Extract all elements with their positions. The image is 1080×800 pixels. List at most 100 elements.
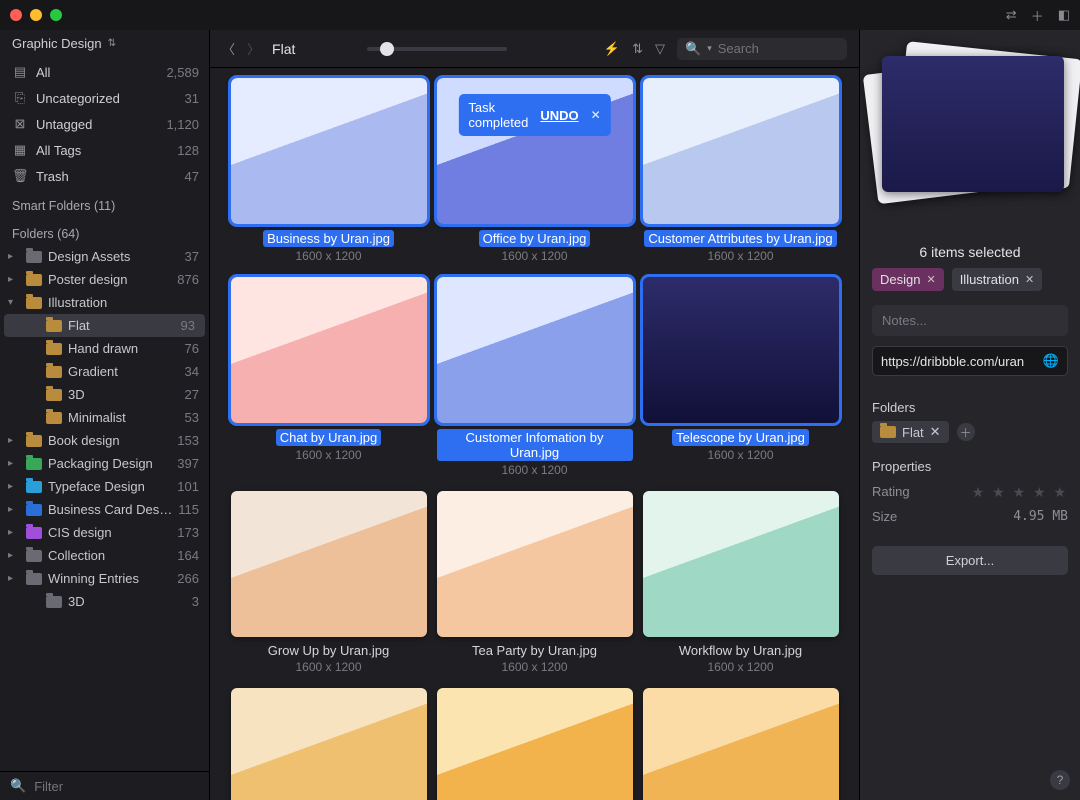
- thumbnail-image[interactable]: [231, 78, 427, 224]
- chevron-updown-icon: ⇅: [108, 38, 116, 49]
- label: Untagged: [36, 117, 92, 132]
- folder-packaging-design[interactable]: ▸ Packaging Design 397: [0, 452, 209, 475]
- disclosure-icon[interactable]: ▸: [8, 504, 20, 515]
- count: 31: [185, 91, 199, 106]
- thumbnail-image[interactable]: [437, 688, 633, 800]
- thumbnail-image[interactable]: [437, 277, 633, 423]
- sidebar-smart-trash[interactable]: 🗑 Trash 47: [0, 163, 209, 189]
- thumbnail-image[interactable]: [437, 491, 633, 637]
- window-close[interactable]: [10, 9, 22, 21]
- sidebar-smart-all-tags[interactable]: ▦ All Tags 128: [0, 137, 209, 163]
- thumbnail-image[interactable]: [643, 277, 839, 423]
- disclosure-icon[interactable]: ▸: [8, 527, 20, 538]
- thumbnail-image[interactable]: [231, 688, 427, 800]
- folder-business-card-des-[interactable]: ▸ Business Card Des… 115: [0, 498, 209, 521]
- disclosure-icon[interactable]: ▸: [8, 458, 20, 469]
- disclosure-icon[interactable]: ▸: [8, 481, 20, 492]
- nav-forward-icon[interactable]: 〉: [247, 39, 260, 58]
- folders-section-label: Folders: [872, 400, 1068, 415]
- tag-chip-illustration[interactable]: Illustration✕: [952, 268, 1042, 291]
- swap-icon[interactable]: ⇄: [1006, 6, 1017, 25]
- filter-input[interactable]: [34, 779, 210, 794]
- thumbnail-card[interactable]: Business by Uran.jpg 1600 x 1200: [231, 78, 427, 263]
- folder-typeface-design[interactable]: ▸ Typeface Design 101: [0, 475, 209, 498]
- remove-tag-icon[interactable]: ✕: [926, 273, 935, 286]
- sidebar-filter[interactable]: 🔍: [0, 771, 209, 800]
- folder-illustration[interactable]: ▾ Illustration: [0, 291, 209, 314]
- thumbnail-card[interactable]: Customer Infomation by Uran.jpg 1600 x 1…: [437, 277, 633, 477]
- folder-3d[interactable]: 3D 27: [0, 383, 209, 406]
- sidebar-smart-all[interactable]: ▤ All 2,589: [0, 59, 209, 85]
- sort-icon[interactable]: ⇅: [632, 41, 643, 57]
- thumbnail-card[interactable]: Grow Up by Uran.jpg 1600 x 1200: [231, 491, 427, 674]
- globe-icon[interactable]: 🌐: [1043, 353, 1059, 369]
- add-icon[interactable]: ＋: [1031, 6, 1044, 25]
- smart-folders-header[interactable]: Smart Folders (11): [0, 189, 209, 217]
- chevron-down-icon[interactable]: ▾: [707, 43, 712, 54]
- sidebar-smart-uncategorized[interactable]: ⎘ Uncategorized 31: [0, 85, 209, 111]
- thumbnail-card[interactable]: Chat by Uran.jpg 1600 x 1200: [231, 277, 427, 477]
- undo-button[interactable]: UNDO: [540, 108, 578, 123]
- folders-header[interactable]: Folders (64): [0, 217, 209, 245]
- thumbnail-size-slider[interactable]: [367, 47, 507, 51]
- folder-count: 266: [177, 571, 199, 586]
- thumbnail-image[interactable]: [643, 688, 839, 800]
- tag-chip-design[interactable]: Design✕: [872, 268, 944, 291]
- quick-action-icon[interactable]: ⚡: [604, 41, 620, 57]
- folder-3d[interactable]: 3D 3: [0, 590, 209, 613]
- thumbnail-image[interactable]: [643, 78, 839, 224]
- breadcrumb[interactable]: Flat: [272, 41, 295, 57]
- thumbnail-image[interactable]: [231, 491, 427, 637]
- remove-folder-icon[interactable]: ✕: [930, 424, 941, 440]
- titlebar: ⇄ ＋ ◧: [0, 0, 1080, 30]
- folder-cis-design[interactable]: ▸ CIS design 173: [0, 521, 209, 544]
- sidebar: Graphic Design ⇅ ▤ All 2,589⎘ Uncategori…: [0, 30, 210, 800]
- folder-minimalist[interactable]: Minimalist 53: [0, 406, 209, 429]
- disclosure-icon[interactable]: ▸: [8, 550, 20, 561]
- thumbnail-card[interactable]: Task completed UNDO ✕ Office by Uran.jpg…: [437, 78, 633, 263]
- collection-switcher[interactable]: Graphic Design ⇅: [0, 30, 209, 59]
- disclosure-icon[interactable]: ▸: [8, 435, 20, 446]
- thumbnail-image[interactable]: [231, 277, 427, 423]
- export-button[interactable]: Export...: [872, 546, 1068, 575]
- disclosure-icon[interactable]: ▸: [8, 274, 20, 285]
- thumbnail-card[interactable]: [437, 688, 633, 800]
- folder-collection[interactable]: ▸ Collection 164: [0, 544, 209, 567]
- folder-hand-drawn[interactable]: Hand drawn 76: [0, 337, 209, 360]
- sidebar-smart-untagged[interactable]: ⊠ Untagged 1,120: [0, 111, 209, 137]
- thumbnail-card[interactable]: Customer Attributes by Uran.jpg 1600 x 1…: [643, 78, 839, 263]
- folder-chip[interactable]: Flat ✕: [872, 421, 949, 443]
- toggle-sidebar-icon[interactable]: ◧: [1058, 6, 1070, 25]
- help-button[interactable]: ?: [1050, 770, 1070, 790]
- thumbnail-card[interactable]: [231, 688, 427, 800]
- search-input[interactable]: [718, 41, 860, 56]
- thumbnail-image[interactable]: [643, 491, 839, 637]
- add-folder-button[interactable]: ＋: [957, 423, 975, 441]
- search-field[interactable]: 🔍 ▾: [677, 38, 847, 60]
- thumbnail-card[interactable]: Telescope by Uran.jpg 1600 x 1200: [643, 277, 839, 477]
- disclosure-icon[interactable]: ▸: [8, 573, 20, 584]
- nav-back-icon[interactable]: 〈: [222, 39, 235, 58]
- folder-gradient[interactable]: Gradient 34: [0, 360, 209, 383]
- disclosure-icon[interactable]: ▾: [8, 297, 20, 308]
- folder-count: 37: [185, 249, 199, 264]
- thumbnail-card[interactable]: Workflow by Uran.jpg 1600 x 1200: [643, 491, 839, 674]
- url-field[interactable]: https://dribbble.com/uran 🌐: [872, 346, 1068, 376]
- close-icon[interactable]: ✕: [591, 108, 601, 122]
- disclosure-icon[interactable]: ▸: [8, 251, 20, 262]
- window-minimize[interactable]: [30, 9, 42, 21]
- thumbnail-card[interactable]: Tea Party by Uran.jpg 1600 x 1200: [437, 491, 633, 674]
- content-area: 〈 〉 Flat ⚡ ⇅ ▽ 🔍 ▾ Business by Uran.jpg …: [210, 30, 860, 800]
- folder-book-design[interactable]: ▸ Book design 153: [0, 429, 209, 452]
- folder-poster-design[interactable]: ▸ Poster design 876: [0, 268, 209, 291]
- folder-flat[interactable]: Flat 93: [4, 314, 205, 337]
- window-zoom[interactable]: [50, 9, 62, 21]
- rating-stars[interactable]: ★ ★ ★ ★ ★: [972, 484, 1068, 501]
- filter-icon[interactable]: ▽: [655, 41, 665, 57]
- thumbnail-card[interactable]: [643, 688, 839, 800]
- folder-design-assets[interactable]: ▸ Design Assets 37: [0, 245, 209, 268]
- folder-winning-entries[interactable]: ▸ Winning Entries 266: [0, 567, 209, 590]
- notes-input[interactable]: Notes...: [872, 305, 1068, 336]
- thumbnail-image[interactable]: Task completed UNDO ✕: [437, 78, 633, 224]
- remove-tag-icon[interactable]: ✕: [1025, 273, 1034, 286]
